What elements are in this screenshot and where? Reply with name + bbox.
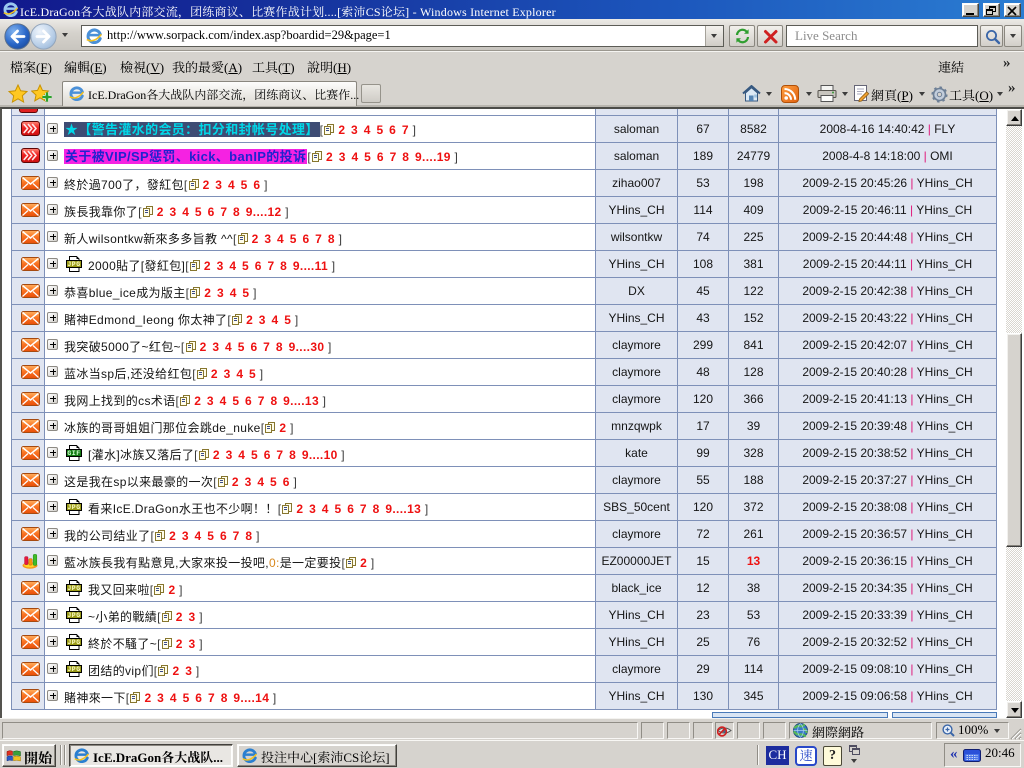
svg-text:JPG: JPG [67,585,80,592]
svg-text:JPG: JPG [67,261,80,268]
svg-text:JPG: JPG [67,612,80,619]
svg-text:JPG: JPG [67,666,80,673]
svg-text:JPG: JPG [67,639,80,646]
svg-text:GIF: GIF [67,450,80,457]
svg-text:JPG: JPG [67,504,80,511]
